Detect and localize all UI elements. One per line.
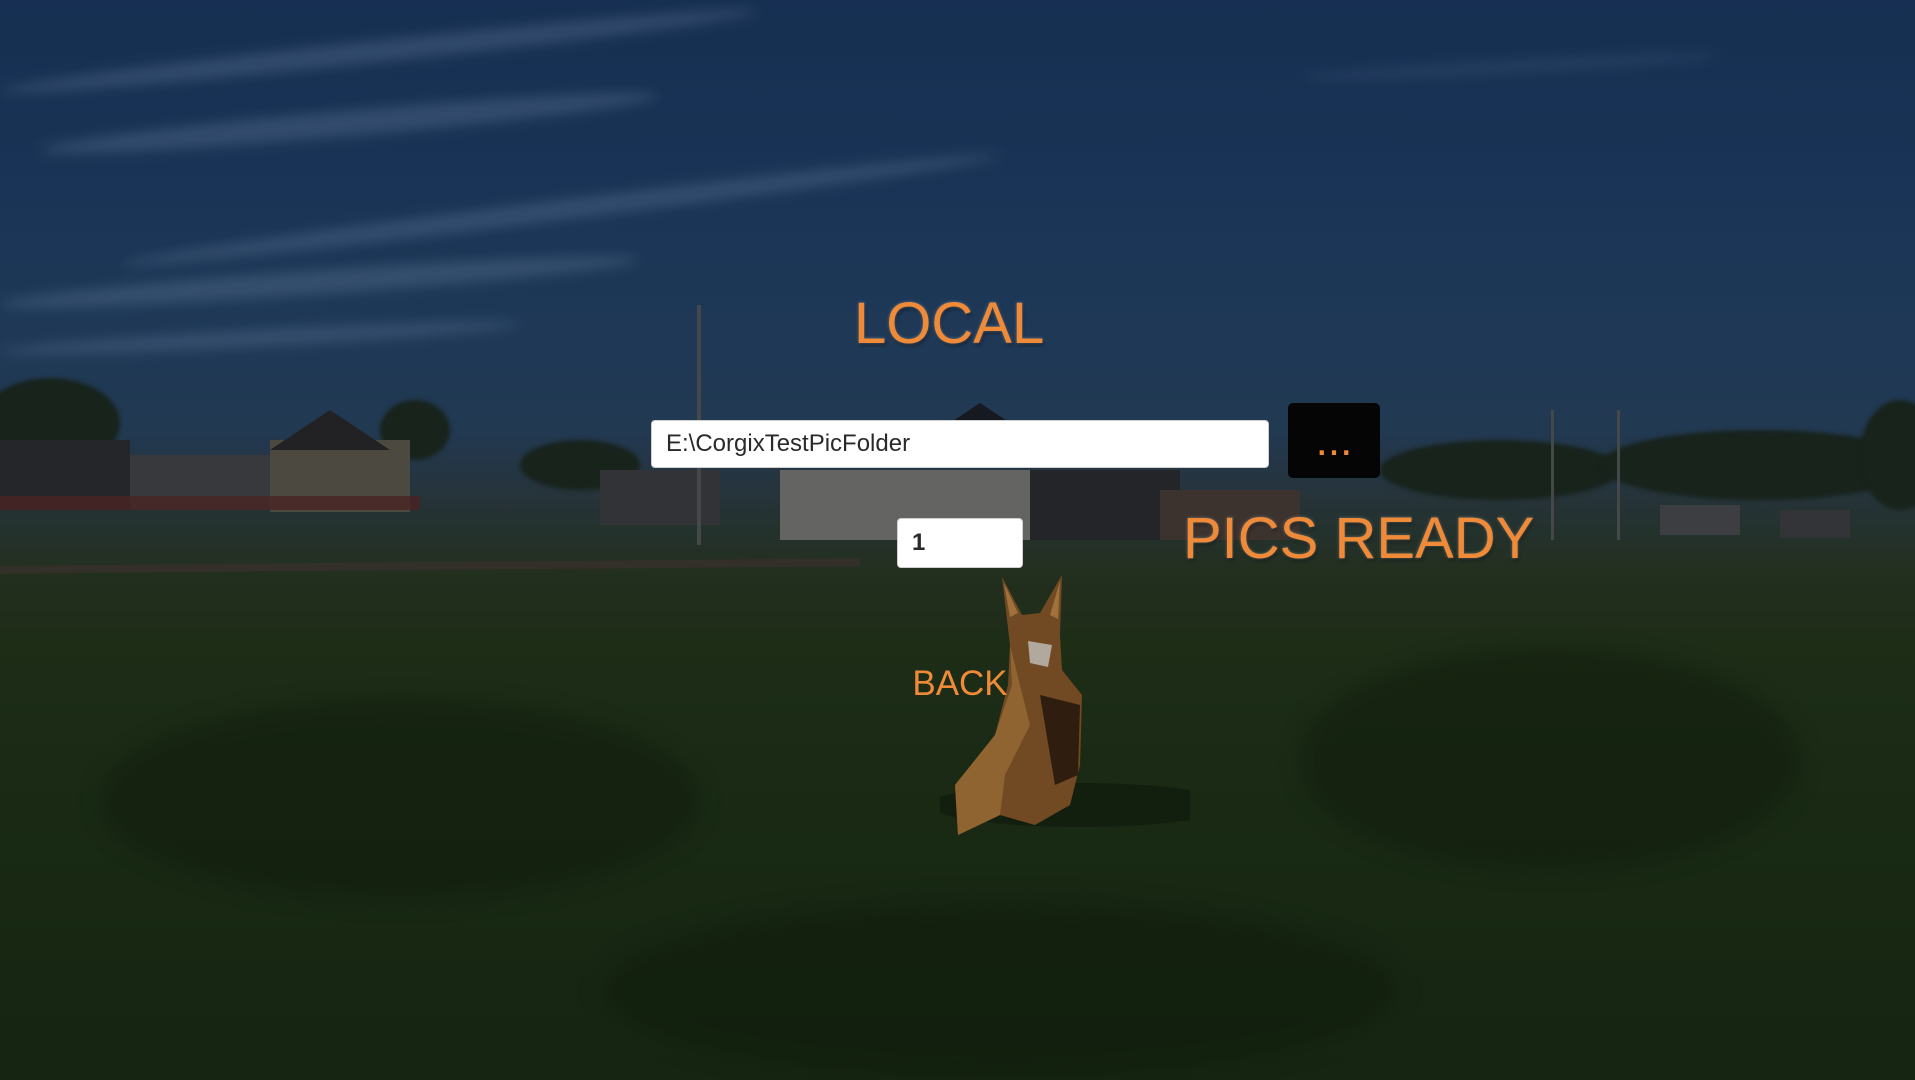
pics-count-input[interactable] <box>897 518 1023 568</box>
back-button[interactable]: BACK <box>880 658 1040 710</box>
folder-path-input[interactable] <box>651 420 1269 468</box>
pics-ready-status: PICS READY <box>1183 506 1535 571</box>
browse-folder-button[interactable]: ... <box>1288 403 1380 478</box>
local-screen: LOCAL ... PICS READY BACK <box>0 0 1915 1080</box>
page-title: LOCAL <box>854 291 1045 356</box>
